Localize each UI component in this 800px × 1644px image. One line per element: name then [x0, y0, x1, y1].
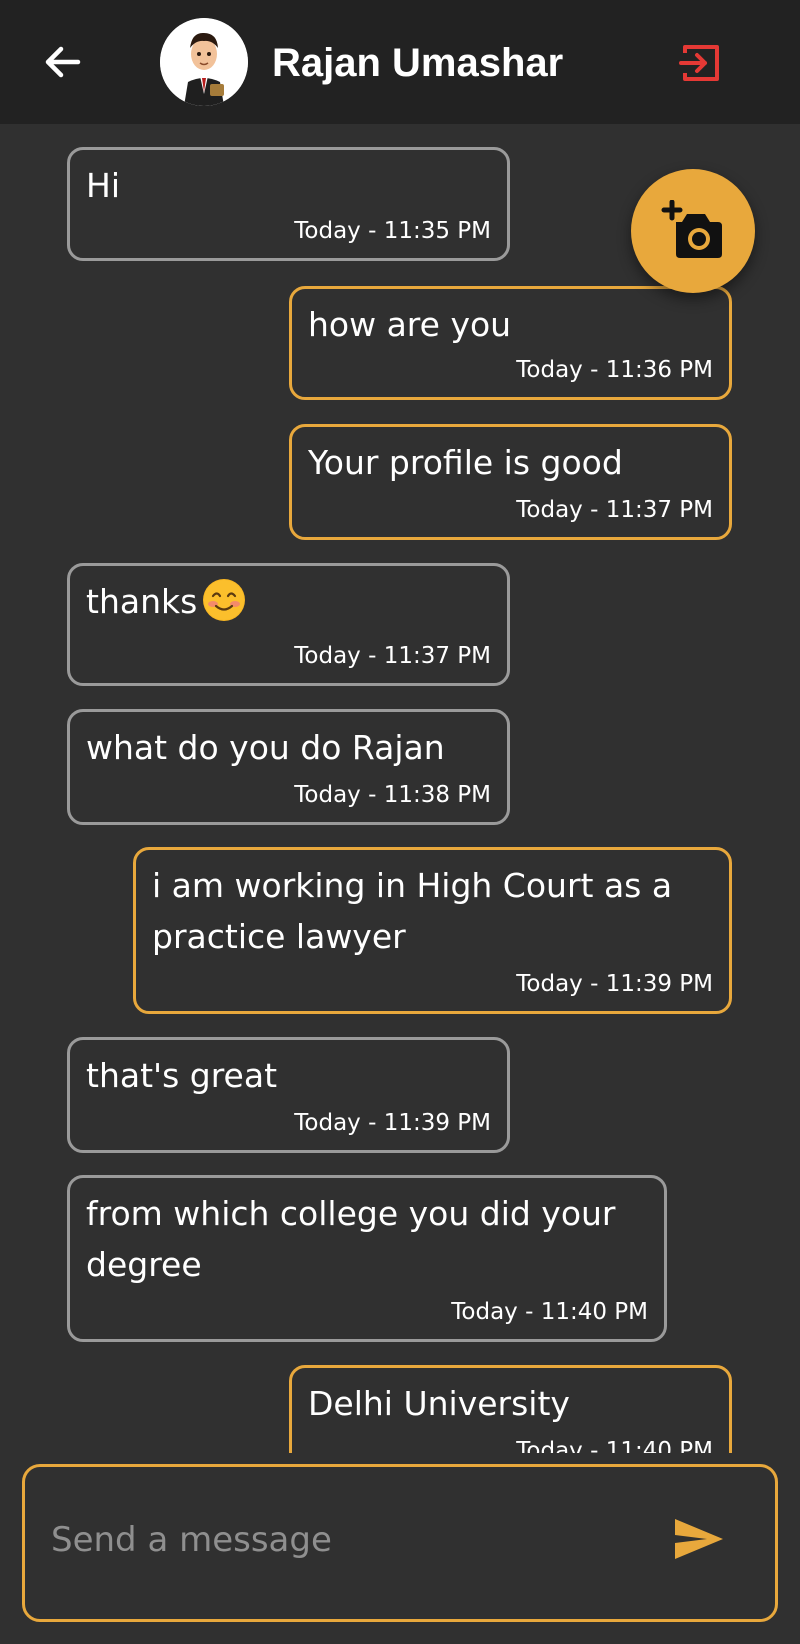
message-bubble-outgoing: i am working in High Court as a practice…	[133, 847, 732, 1014]
message-bubble-incoming: thanks Today - 11:37 PM	[67, 563, 510, 686]
message-bubble-outgoing: Delhi University Today - 11:40 PM	[289, 1365, 732, 1453]
logout-icon	[679, 45, 719, 81]
message-text: what do you do Rajan	[86, 728, 445, 767]
app-bar: Rajan Umashar	[0, 0, 800, 124]
message-text: thanks	[86, 582, 198, 621]
message-bubble-incoming: Hi Today - 11:35 PM	[67, 147, 510, 261]
message-time: Today - 11:38 PM	[294, 782, 491, 808]
message-time: Today - 11:36 PM	[516, 357, 713, 383]
message-bubble-incoming: from which college you did your degree T…	[67, 1175, 667, 1342]
message-text: Your profile is good	[308, 443, 623, 482]
message-list[interactable]: Hi Today - 11:35 PM how are you Today - …	[0, 124, 800, 1453]
message-text: from which college you did your degree	[86, 1194, 616, 1284]
message-input[interactable]	[49, 1509, 653, 1571]
avatar-image	[160, 18, 248, 106]
message-time: Today - 11:37 PM	[294, 643, 491, 669]
message-time: Today - 11:35 PM	[294, 218, 491, 244]
add-photo-button[interactable]	[631, 169, 755, 293]
message-text: Delhi University	[308, 1384, 570, 1423]
message-time: Today - 11:37 PM	[516, 497, 713, 523]
message-text-row: thanks	[86, 576, 491, 627]
message-time: Today - 11:39 PM	[294, 1110, 491, 1136]
add-photo-icon	[661, 200, 722, 258]
message-text: that's great	[86, 1056, 278, 1095]
message-text: Hi	[86, 166, 120, 205]
logout-button[interactable]	[676, 38, 726, 88]
avatar[interactable]	[160, 18, 248, 106]
message-time: Today - 11:40 PM	[451, 1299, 648, 1325]
back-button[interactable]	[40, 40, 84, 84]
message-bubble-incoming: what do you do Rajan Today - 11:38 PM	[67, 709, 510, 825]
message-time: Today - 11:40 PM	[516, 1438, 713, 1453]
message-text: how are you	[308, 305, 512, 344]
chat-title: Rajan Umashar	[272, 41, 564, 85]
message-bubble-outgoing: Your profile is good Today - 11:37 PM	[289, 424, 732, 540]
send-button[interactable]	[669, 1509, 729, 1569]
message-time: Today - 11:39 PM	[516, 971, 713, 997]
message-bubble-outgoing: how are you Today - 11:36 PM	[289, 286, 732, 400]
send-icon	[675, 1519, 723, 1559]
message-bubble-incoming: that's great Today - 11:39 PM	[67, 1037, 510, 1153]
message-text: i am working in High Court as a practice…	[152, 866, 673, 956]
message-composer	[22, 1464, 778, 1622]
smiling-face-emoji	[203, 579, 246, 621]
arrow-left-icon	[45, 46, 81, 78]
